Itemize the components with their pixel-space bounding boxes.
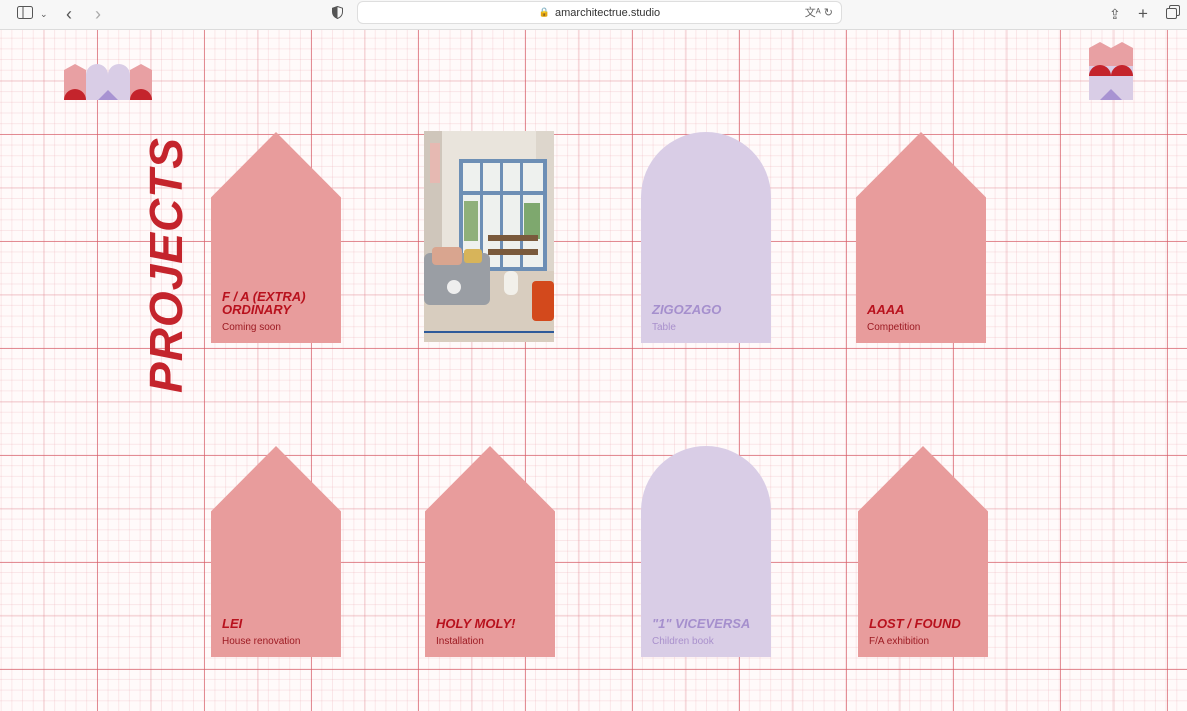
forward-icon[interactable]: ›: [95, 4, 101, 24]
url-text: amarchitectrue.studio: [555, 6, 661, 19]
project-card-photo[interactable]: [424, 131, 554, 342]
sidebar-icon[interactable]: [17, 4, 33, 24]
interior-photo: [424, 131, 554, 342]
project-title: "1" VICEVERSA: [652, 616, 751, 631]
page-title: PROJECTS: [140, 137, 192, 393]
project-subtitle: Children book: [652, 636, 714, 647]
translate-icon[interactable]: 文ᴬ: [805, 7, 821, 19]
project-card-1-viceversa[interactable]: "1" VICEVERSA Children book: [641, 446, 771, 657]
project-subtitle: Installation: [436, 636, 484, 647]
browser-toolbar: ⌄ ‹ › 🔒 amarchitectrue.studio 文ᴬ ↻ ⇪ +: [0, 0, 1187, 30]
chevron-down-icon[interactable]: ⌄: [40, 4, 48, 24]
studio-mark-icon[interactable]: [1089, 42, 1133, 105]
new-tab-icon[interactable]: +: [1138, 4, 1148, 24]
shield-icon[interactable]: [332, 4, 343, 24]
reload-icon[interactable]: ↻: [824, 7, 833, 19]
address-bar[interactable]: 🔒 amarchitectrue.studio 文ᴬ ↻: [357, 1, 842, 24]
project-subtitle: Coming soon: [222, 322, 281, 333]
project-title: LEI: [222, 616, 243, 631]
project-title: LOST / FOUND: [869, 616, 961, 631]
project-subtitle: F/A exhibition: [869, 636, 930, 647]
back-icon[interactable]: ‹: [66, 4, 72, 24]
project-title: AAAA: [867, 302, 905, 317]
project-title: F / A (EXTRA) ORDINARY: [222, 289, 306, 317]
project-subtitle: Competition: [867, 322, 921, 333]
project-title: ZIGOZAGO: [652, 302, 722, 317]
project-title: HOLY MOLY!: [436, 616, 516, 631]
project-subtitle: House renovation: [222, 636, 301, 647]
project-card-zigozago[interactable]: ZIGOZAGO Table: [641, 132, 771, 343]
tabs-icon[interactable]: [1166, 4, 1180, 24]
share-icon[interactable]: ⇪: [1109, 4, 1121, 24]
lock-icon: 🔒: [538, 7, 551, 17]
studio-logo[interactable]: [64, 64, 152, 105]
project-subtitle: Table: [652, 322, 676, 333]
